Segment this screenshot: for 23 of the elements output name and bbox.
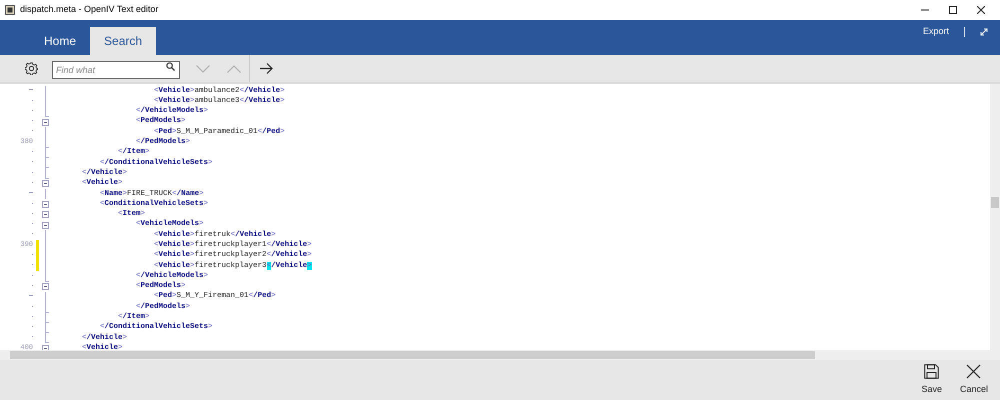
save-icon [924,364,940,379]
close-icon[interactable] [977,6,985,14]
arrow-right-icon[interactable] [260,63,273,74]
collapse-icon[interactable] [42,118,48,126]
app-icon [5,5,15,15]
collapse-icon[interactable] [42,222,48,228]
window-title: dispatch.meta - OpenIV Text editor [20,3,158,16]
collapse-icon[interactable] [42,180,48,188]
expand-icon[interactable] [980,28,988,36]
search-icon[interactable] [166,62,175,70]
ribbon-tab[interactable]: Search [90,27,156,55]
collapse-icon[interactable] [42,211,48,218]
collapse-icon[interactable] [42,283,48,290]
settings-icon[interactable] [25,62,38,75]
ribbon-tab[interactable]: Home [30,27,90,55]
save-button[interactable]: Save [919,364,944,396]
maximize-icon[interactable] [949,6,957,14]
search-field[interactable]: Find what [52,60,180,78]
close-icon [966,364,982,379]
cancel-button[interactable]: Cancel [958,364,990,396]
collapse-icon[interactable] [42,345,48,350]
export-button[interactable]: Export [922,25,949,38]
collapse-icon[interactable] [42,200,48,208]
